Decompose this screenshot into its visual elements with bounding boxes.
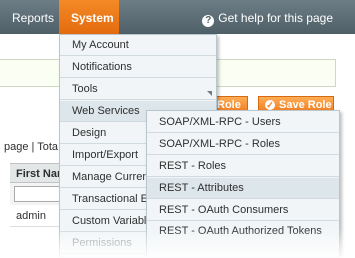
submenu-item-rest-attributes[interactable]: REST - Attributes bbox=[147, 178, 339, 199]
submenu-item-rest-oauth-authorized-tokens[interactable]: REST - OAuth Authorized Tokens bbox=[147, 222, 339, 252]
help-link[interactable]: ? Get help for this page bbox=[202, 0, 333, 34]
menu-item-notifications[interactable]: Notifications bbox=[60, 57, 216, 78]
nav-reports[interactable]: Reports bbox=[12, 0, 54, 34]
submenu-item-rest-roles[interactable]: REST - Roles bbox=[147, 156, 339, 177]
submenu-item-soap-xml-rpc-users[interactable]: SOAP/XML-RPC - Users bbox=[147, 112, 339, 133]
submenu-arrow-icon bbox=[207, 91, 212, 96]
menu-item-my-account[interactable]: My Account bbox=[60, 35, 216, 56]
row-first-name: admin bbox=[16, 210, 46, 222]
menu-item-tools[interactable]: Tools bbox=[60, 79, 216, 100]
web-services-submenu: SOAP/XML-RPC - Users SOAP/XML-RPC - Roles… bbox=[146, 110, 340, 258]
top-nav-bar: Reports System ? Get help for this page bbox=[0, 0, 355, 34]
submenu-item-soap-xml-rpc-roles[interactable]: SOAP/XML-RPC - Roles bbox=[147, 134, 339, 155]
save-icon: ✓ bbox=[265, 100, 275, 110]
nav-system[interactable]: System bbox=[59, 0, 119, 34]
help-icon: ? bbox=[202, 15, 215, 27]
submenu-item-rest-oauth-consumers[interactable]: REST - OAuth Consumers bbox=[147, 200, 339, 221]
help-label: Get help for this page bbox=[218, 11, 333, 25]
first-name-filter[interactable] bbox=[14, 186, 64, 202]
grid-pager: page | Tota bbox=[4, 141, 59, 153]
